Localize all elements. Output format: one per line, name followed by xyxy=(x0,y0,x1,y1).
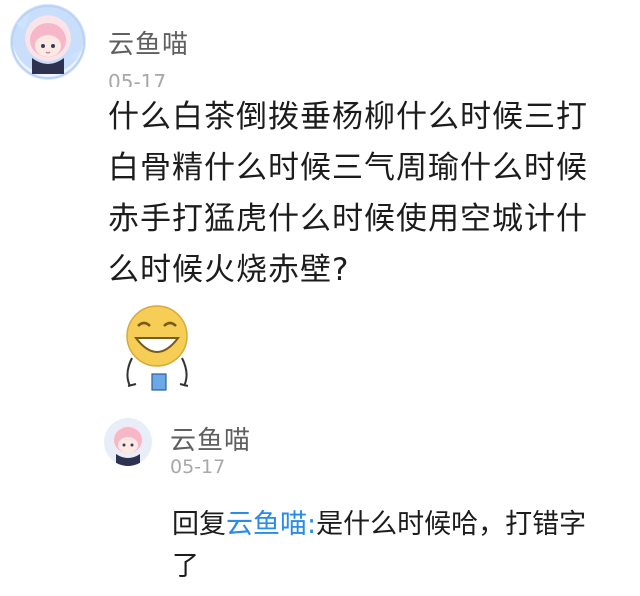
reply-mention-link[interactable]: 云鱼喵: xyxy=(226,509,316,540)
author-name[interactable]: 云鱼喵 xyxy=(108,24,189,61)
reply-text: 回复云鱼喵:是什么时候哈，打错字了 xyxy=(172,504,612,588)
post-text: 什么白茶倒拨垂杨柳什么时候三打白骨精什么时候三气周瑜什么时候赤手打猛虎什么时候使… xyxy=(108,99,588,288)
reply-author-name[interactable]: 云鱼喵 xyxy=(170,420,251,457)
comment-thread: 云鱼喵 05-17 什么白茶倒拨垂杨柳什么时候三打白骨精什么时候三气周瑜什么时候… xyxy=(0,0,640,596)
anime-girl-avatar-icon xyxy=(114,427,142,466)
reply-author-avatar[interactable] xyxy=(104,418,152,466)
laughing-face-sticker xyxy=(114,300,200,396)
author-avatar[interactable] xyxy=(10,4,86,80)
reply-prefix: 回复 xyxy=(172,509,226,540)
post-date: 05-17 xyxy=(108,70,167,87)
reply-date: 05-17 xyxy=(170,456,226,478)
laughing-face-sticker-icon xyxy=(126,305,189,391)
anime-girl-avatar-icon xyxy=(11,5,85,79)
